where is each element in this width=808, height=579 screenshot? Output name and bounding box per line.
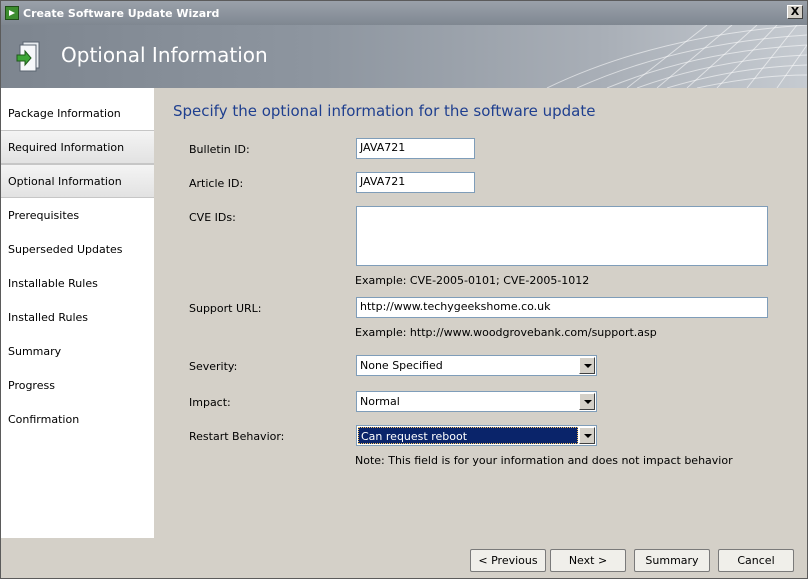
cancel-button[interactable]: Cancel (718, 549, 794, 572)
nav-item-prerequisites[interactable]: Prerequisites (1, 198, 154, 232)
nav-item-installable-rules[interactable]: Installable Rules (1, 266, 154, 300)
chevron-down-icon[interactable] (579, 427, 595, 444)
app-icon (5, 6, 19, 20)
summary-button[interactable]: Summary (634, 549, 710, 572)
restart-behavior-label: Restart Behavior: (189, 430, 285, 443)
article-id-input[interactable]: JAVA721 (356, 172, 475, 193)
cve-example-text: Example: CVE-2005-0101; CVE-2005-1012 (355, 274, 590, 287)
page-banner: Optional Information (1, 25, 807, 88)
nav-item-summary[interactable]: Summary (1, 334, 154, 368)
nav-item-optional-information[interactable]: Optional Information (1, 164, 154, 198)
chevron-down-icon[interactable] (579, 393, 595, 410)
page-title: Optional Information (61, 43, 268, 67)
nav-item-package-information[interactable]: Package Information (1, 96, 154, 130)
article-id-label: Article ID: (189, 177, 244, 190)
title-bar[interactable]: Create Software Update Wizard X (1, 1, 807, 25)
impact-selected-value: Normal (360, 395, 400, 408)
support-url-label: Support URL: (189, 302, 262, 315)
wizard-window: Create Software Update Wizard X Optional… (0, 0, 808, 579)
impact-select[interactable]: Normal (356, 391, 597, 412)
bulletin-id-label: Bulletin ID: (189, 143, 250, 156)
banner-mesh-graphic (546, 25, 807, 88)
nav-item-confirmation[interactable]: Confirmation (1, 402, 154, 436)
restart-behavior-select[interactable]: Can request reboot (356, 425, 597, 446)
bulletin-id-input[interactable]: JAVA721 (356, 138, 475, 159)
nav-item-progress[interactable]: Progress (1, 368, 154, 402)
impact-label: Impact: (189, 396, 231, 409)
severity-select[interactable]: None Specified (356, 355, 597, 376)
next-button[interactable]: Next > (550, 549, 626, 572)
restart-behavior-note: Note: This field is for your information… (355, 454, 733, 467)
window-title: Create Software Update Wizard (23, 6, 220, 20)
wizard-footer: < Previous Next > Summary Cancel (1, 538, 807, 578)
nav-item-installed-rules[interactable]: Installed Rules (1, 300, 154, 334)
nav-item-required-information[interactable]: Required Information (1, 130, 154, 164)
previous-button[interactable]: < Previous (470, 549, 546, 572)
cve-ids-input[interactable] (356, 206, 768, 266)
nav-item-superseded-updates[interactable]: Superseded Updates (1, 232, 154, 266)
wizard-page-icon (16, 41, 40, 72)
support-url-example-text: Example: http://www.woodgrovebank.com/su… (355, 326, 657, 339)
restart-behavior-selected-value: Can request reboot (358, 427, 578, 444)
content-heading: Specify the optional information for the… (173, 102, 596, 120)
content-panel: Specify the optional information for the… (154, 88, 807, 538)
cve-ids-label: CVE IDs: (189, 211, 236, 224)
close-button[interactable]: X (787, 5, 803, 19)
severity-selected-value: None Specified (360, 359, 443, 372)
chevron-down-icon[interactable] (579, 357, 595, 374)
support-url-input[interactable]: http://www.techygeekshome.co.uk (356, 297, 768, 318)
severity-label: Severity: (189, 360, 238, 373)
wizard-nav: Package Information Required Information… (1, 88, 154, 538)
